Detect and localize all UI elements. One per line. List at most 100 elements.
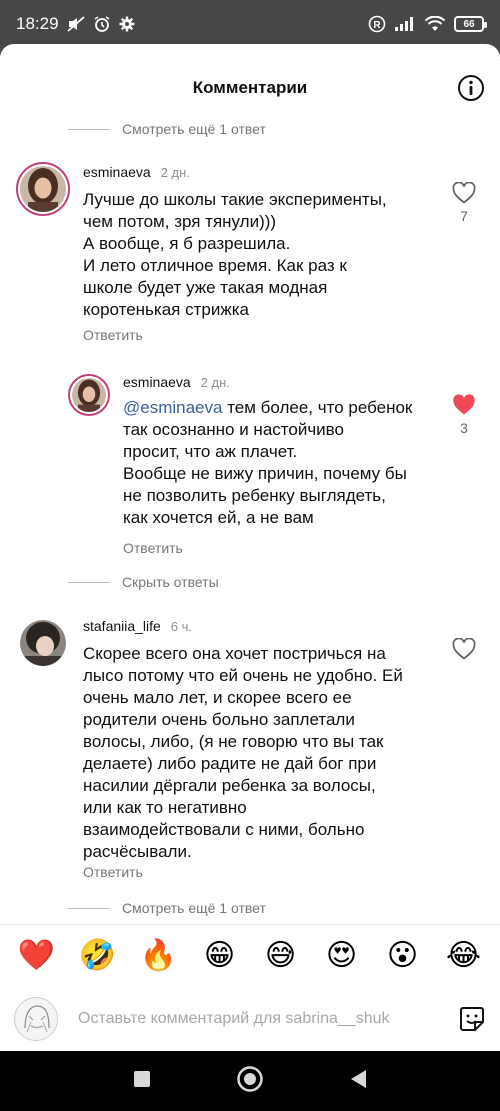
reply-button[interactable]: Ответить: [83, 864, 143, 880]
divider: [68, 907, 110, 909]
wifi-icon: [424, 16, 446, 32]
signal-icon: [394, 16, 416, 32]
registered-icon: R: [368, 15, 386, 33]
comment-line: или как то негативно: [83, 798, 247, 817]
avatar[interactable]: [16, 162, 70, 216]
comment-line: чем потом, зря тянули))): [83, 212, 277, 231]
avatar-photo-icon: [20, 166, 66, 212]
comment-line: Лучше до школы такие эксперименты,: [83, 190, 387, 209]
heart-outline-icon: [452, 637, 476, 660]
heart-outline-icon: [452, 181, 476, 204]
alarm-icon: [93, 15, 111, 33]
home-button[interactable]: [236, 1065, 264, 1098]
comment-time: 2 дн.: [160, 165, 190, 180]
comment-line: Вообще не вижу причин, почему бы: [123, 464, 407, 483]
emoji-tears-of-joy[interactable]: 😂: [444, 936, 484, 976]
comment-line: делаете) либо радите не дай бог при: [83, 754, 377, 773]
comment-meta: esminaeva 2 дн.: [123, 374, 230, 390]
like-button[interactable]: [452, 637, 476, 660]
emoji-grin[interactable]: 😁: [200, 936, 240, 976]
sticker-icon: [460, 1007, 484, 1031]
screen: { "status_bar": { "time": "18:29", "batt…: [0, 0, 500, 1111]
comment-meta: stafaniia_life 6 ч.: [83, 618, 192, 634]
view-more-replies-label: Смотреть ещё 1 ответ: [122, 900, 266, 916]
comment-item: stafaniia_life 6 ч. Скорее всего она хоч…: [0, 618, 500, 888]
avatar-photo-icon: [72, 378, 106, 412]
back-button[interactable]: [348, 1068, 368, 1095]
emoji-fire[interactable]: 🔥: [139, 936, 179, 976]
comment-text: Лучше до школы такие эксперименты, чем п…: [83, 189, 423, 321]
svg-text:R: R: [373, 20, 381, 31]
info-button[interactable]: [457, 74, 485, 102]
avatar[interactable]: [68, 374, 110, 416]
username[interactable]: stafaniia_life: [83, 618, 161, 634]
emoji-heart-eyes[interactable]: 😍: [322, 936, 362, 976]
comment-item: esminaeva 2 дн. Лучше до школы такие экс…: [0, 162, 500, 352]
comment-line: очень мало лет, и скорее всего ее: [83, 688, 352, 707]
username[interactable]: esminaeva: [123, 374, 191, 390]
reply-button[interactable]: Ответить: [123, 540, 183, 556]
status-bar: 18:29 R 66: [0, 0, 500, 48]
battery-icon: 66: [454, 16, 487, 32]
comment-text: @esminaeva тем более, что ребенок так ос…: [123, 397, 443, 529]
emoji-sweat-smile[interactable]: 😅: [261, 936, 301, 976]
hide-replies-label: Скрыть ответы: [122, 574, 219, 590]
comment-line: школе будет уже такая модная: [83, 278, 328, 297]
emoji-heart[interactable]: ❤️: [17, 936, 57, 976]
emoji-rofl[interactable]: 🤣: [78, 936, 118, 976]
home-circle-icon: [237, 1065, 263, 1092]
sketch-avatar-icon: [16, 999, 57, 1040]
avatar[interactable]: [20, 620, 66, 666]
username[interactable]: esminaeva: [83, 164, 151, 180]
comment-line: просит, что аж плачет.: [123, 442, 298, 461]
comment-time: 2 дн.: [200, 375, 230, 390]
battery-level: 66: [463, 18, 475, 30]
like-button[interactable]: [452, 394, 476, 416]
comment-composer: [0, 986, 500, 1051]
comment-line: родители очень больно заплетали: [83, 710, 355, 729]
comment-line: волосы, либо, (я не говорю что вы так: [83, 732, 384, 751]
view-more-replies-button[interactable]: Смотреть ещё 1 ответ: [68, 121, 266, 137]
emoji-surprised[interactable]: 😮: [383, 936, 423, 976]
sticker-button[interactable]: [458, 1005, 486, 1033]
view-more-replies-label: Смотреть ещё 1 ответ: [122, 121, 266, 137]
comment-time: 6 ч.: [170, 619, 193, 634]
info-icon: [458, 75, 484, 101]
comment-text: Скорее всего она хочет постричься на лыс…: [83, 643, 433, 863]
like-count: 7: [460, 208, 468, 224]
mention-link[interactable]: @esminaeva: [123, 398, 222, 417]
comment-line: насилии дёргали ребенка за волосы,: [83, 776, 376, 795]
muted-icon: [66, 16, 85, 32]
comment-line: А вообще, я б разрешила.: [83, 234, 291, 253]
comments-sheet: Комментарии Смотреть ещё 1 ответ esminae…: [0, 44, 500, 1051]
comment-line: Скорее всего она хочет постричься на: [83, 644, 386, 663]
heart-filled-icon: [453, 394, 475, 415]
hide-replies-button[interactable]: Скрыть ответы: [68, 574, 219, 590]
comment-input[interactable]: [78, 1010, 450, 1028]
square-icon: [134, 1070, 150, 1087]
comment-line: расчёсывали.: [83, 842, 192, 861]
recents-button[interactable]: [132, 1069, 152, 1094]
page-title: Комментарии: [192, 78, 308, 97]
comment-line-rest: тем более, что ребенок: [222, 398, 413, 417]
like-count: 3: [460, 420, 468, 436]
back-triangle-icon: [351, 1069, 366, 1088]
comment-meta: esminaeva 2 дн.: [83, 164, 190, 180]
comment-line: не позволить ребенку выглядеть,: [123, 486, 386, 505]
comment-line: лысо потому что ей очень не удобно. Ей: [83, 666, 403, 685]
divider: [68, 581, 110, 583]
comment-line: коротенькая стрижка: [83, 300, 249, 319]
comment-line: @esminaeva тем более, что ребенок: [123, 397, 443, 419]
view-more-replies-button[interactable]: Смотреть ещё 1 ответ: [68, 900, 266, 916]
reply-button[interactable]: Ответить: [83, 327, 143, 343]
status-time: 18:29: [16, 14, 59, 33]
emoji-reaction-bar: ❤️ 🤣 🔥 😁 😅 😍 😮 😂: [0, 924, 500, 986]
divider: [68, 128, 110, 130]
comment-line: И лето отличное время. Как раз к: [83, 256, 347, 275]
avatar-photo-icon: [20, 620, 66, 666]
like-button[interactable]: [452, 181, 476, 204]
comment-line: как хочется ей, а не вам: [123, 508, 314, 527]
reply-item: esminaeva 2 дн. @esminaeva тем более, чт…: [0, 374, 500, 574]
system-nav-bar: [0, 1051, 500, 1111]
comment-line: взаимодействовали с ними, больно: [83, 820, 365, 839]
